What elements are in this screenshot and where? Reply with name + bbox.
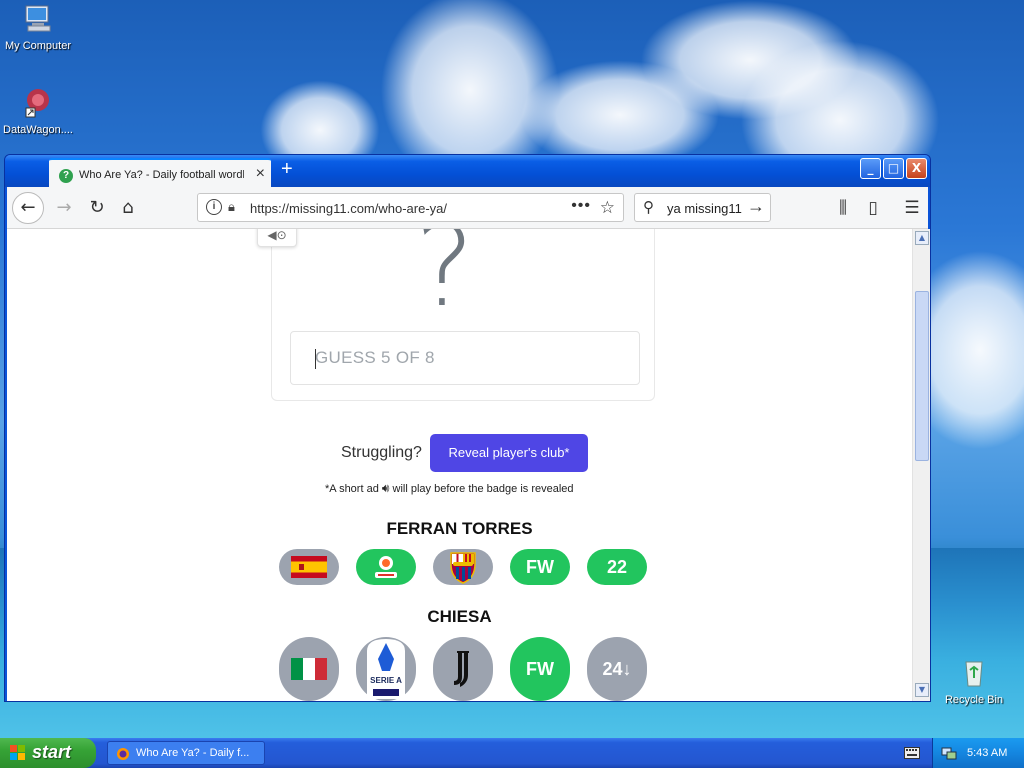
club-cell xyxy=(433,637,493,701)
scroll-up-icon[interactable]: ▲ xyxy=(915,231,929,245)
forward-button[interactable]: → xyxy=(49,193,79,223)
library-icon[interactable]: ⫼ xyxy=(828,193,858,223)
guess-input[interactable]: GUESS 5 OF 8 xyxy=(290,331,640,385)
address-bar[interactable]: i 🔒︎ https://missing11.com/who-are-ya/ •… xyxy=(197,193,624,222)
page-actions-icon[interactable]: ••• xyxy=(571,197,591,215)
desktop-icon-recycle-bin[interactable]: Recycle Bin xyxy=(934,656,1014,706)
menu-icon[interactable]: ☰ xyxy=(897,193,927,223)
desktop-icon-my-computer[interactable]: My Computer xyxy=(0,2,78,52)
taskbar: start Who Are Ya? - Daily f... 5:43 AM xyxy=(0,738,1024,768)
svg-text:SERIE A: SERIE A xyxy=(370,676,402,685)
desktop-icon-label: Recycle Bin xyxy=(944,694,1004,706)
search-input-value[interactable]: ya missing11 xyxy=(667,201,742,216)
nationality-cell xyxy=(279,549,339,585)
ad-note: *A short ad 🔊︎ will play before the badg… xyxy=(325,481,574,496)
clock[interactable]: 5:43 AM xyxy=(967,747,1007,759)
league-cell xyxy=(356,549,416,585)
window-controls: _ □ X xyxy=(860,158,927,179)
system-tray: 5:43 AM xyxy=(932,738,1024,768)
desktop-icon-label: DataWagon.... xyxy=(3,124,73,136)
start-button[interactable]: start xyxy=(0,738,96,768)
juventus-logo-icon xyxy=(454,651,469,687)
fc-barcelona-crest-icon xyxy=(450,552,476,584)
text-caret xyxy=(315,349,316,369)
ad-note-suffix: will play before the badge is revealed xyxy=(392,483,574,495)
browser-toolbar: ← → ↻ ⌂ i 🔒︎ https://missing11.com/who-a… xyxy=(7,187,928,229)
vertical-scrollbar[interactable]: ▲ ▼ xyxy=(912,229,930,701)
guess-placeholder: GUESS 5 OF 8 xyxy=(315,348,435,367)
struggling-label: Struggling? xyxy=(341,444,422,461)
site-favicon-icon: ? xyxy=(59,169,73,183)
home-button[interactable]: ⌂ xyxy=(113,193,143,223)
browser-window: ? Who Are Ya? - Daily football wordle × … xyxy=(4,154,931,702)
desktop-icon-label: My Computer xyxy=(4,40,72,52)
start-label: start xyxy=(32,742,72,762)
sound-toggle-icon[interactable]: ◀︎⊙ xyxy=(257,229,297,247)
sidebar-icon[interactable]: ▯ xyxy=(858,193,888,223)
search-icon: ⚲ xyxy=(643,199,654,216)
taskbar-item-label: Who Are Ya? - Daily f... xyxy=(136,747,250,759)
club-cell xyxy=(433,549,493,585)
tab-close-icon[interactable]: × xyxy=(256,165,265,183)
taskbar-item-browser[interactable]: Who Are Ya? - Daily f... xyxy=(107,741,265,765)
italy-flag-icon xyxy=(291,658,327,680)
reveal-club-button[interactable]: Reveal player's club* xyxy=(430,434,588,472)
age-cell: 24↓ xyxy=(587,637,647,701)
info-icon[interactable]: i xyxy=(206,199,222,215)
search-go-icon[interactable]: → xyxy=(747,196,765,217)
minimize-button[interactable]: _ xyxy=(860,158,881,179)
position-cell: FW xyxy=(510,549,570,585)
tab-title: Who Are Ya? - Daily football wordle xyxy=(79,169,244,181)
scrollbar-thumb[interactable] xyxy=(915,291,929,461)
scroll-down-icon[interactable]: ▼ xyxy=(915,683,929,697)
lock-warning-icon[interactable]: 🔒︎ xyxy=(228,199,235,215)
mystery-player-silhouette: ? xyxy=(415,229,475,332)
my-computer-icon xyxy=(25,5,51,32)
spain-flag-icon xyxy=(291,556,327,578)
close-window-button[interactable]: X xyxy=(906,158,927,179)
bookmark-star-icon[interactable]: ☆ xyxy=(600,198,615,218)
web-page: ◀︎⊙ ? GUESS 5 OF 8 Struggling? Reveal pl… xyxy=(7,229,912,701)
firefox-icon xyxy=(117,748,129,760)
search-bar[interactable]: ⚲ ya missing11 → xyxy=(634,193,771,222)
windows-logo-icon xyxy=(10,745,25,760)
new-tab-button[interactable]: + xyxy=(281,158,293,181)
browser-tab[interactable]: ? Who Are Ya? - Daily football wordle × xyxy=(49,158,271,188)
network-icon[interactable] xyxy=(941,745,957,761)
speaker-icon: 🔊︎ xyxy=(381,481,390,495)
maximize-button[interactable]: □ xyxy=(883,158,904,179)
recycle-bin-icon xyxy=(965,661,983,687)
guess-player-name: FERRAN TORRES xyxy=(386,519,533,538)
nationality-cell xyxy=(279,637,339,701)
keyboard-icon[interactable] xyxy=(904,747,920,759)
position-cell: FW xyxy=(510,637,570,701)
back-button[interactable]: ← xyxy=(12,192,44,224)
reload-button[interactable]: ↻ xyxy=(82,193,112,223)
ad-note-prefix: *A short ad xyxy=(325,483,379,495)
laliga-icon xyxy=(375,556,397,578)
window-titlebar[interactable]: ? Who Are Ya? - Daily football wordle × … xyxy=(5,155,930,188)
datawagon-icon xyxy=(25,89,49,118)
age-cell: 22 xyxy=(587,549,647,585)
league-cell: SERIE A xyxy=(356,637,416,701)
desktop-icon-datawagon[interactable]: DataWagon.... xyxy=(0,86,78,136)
guess-player-name: CHIESA xyxy=(427,607,492,626)
url-text[interactable]: https://missing11.com/who-are-ya/ xyxy=(250,201,447,216)
serie-a-icon: SERIE A xyxy=(367,639,405,699)
